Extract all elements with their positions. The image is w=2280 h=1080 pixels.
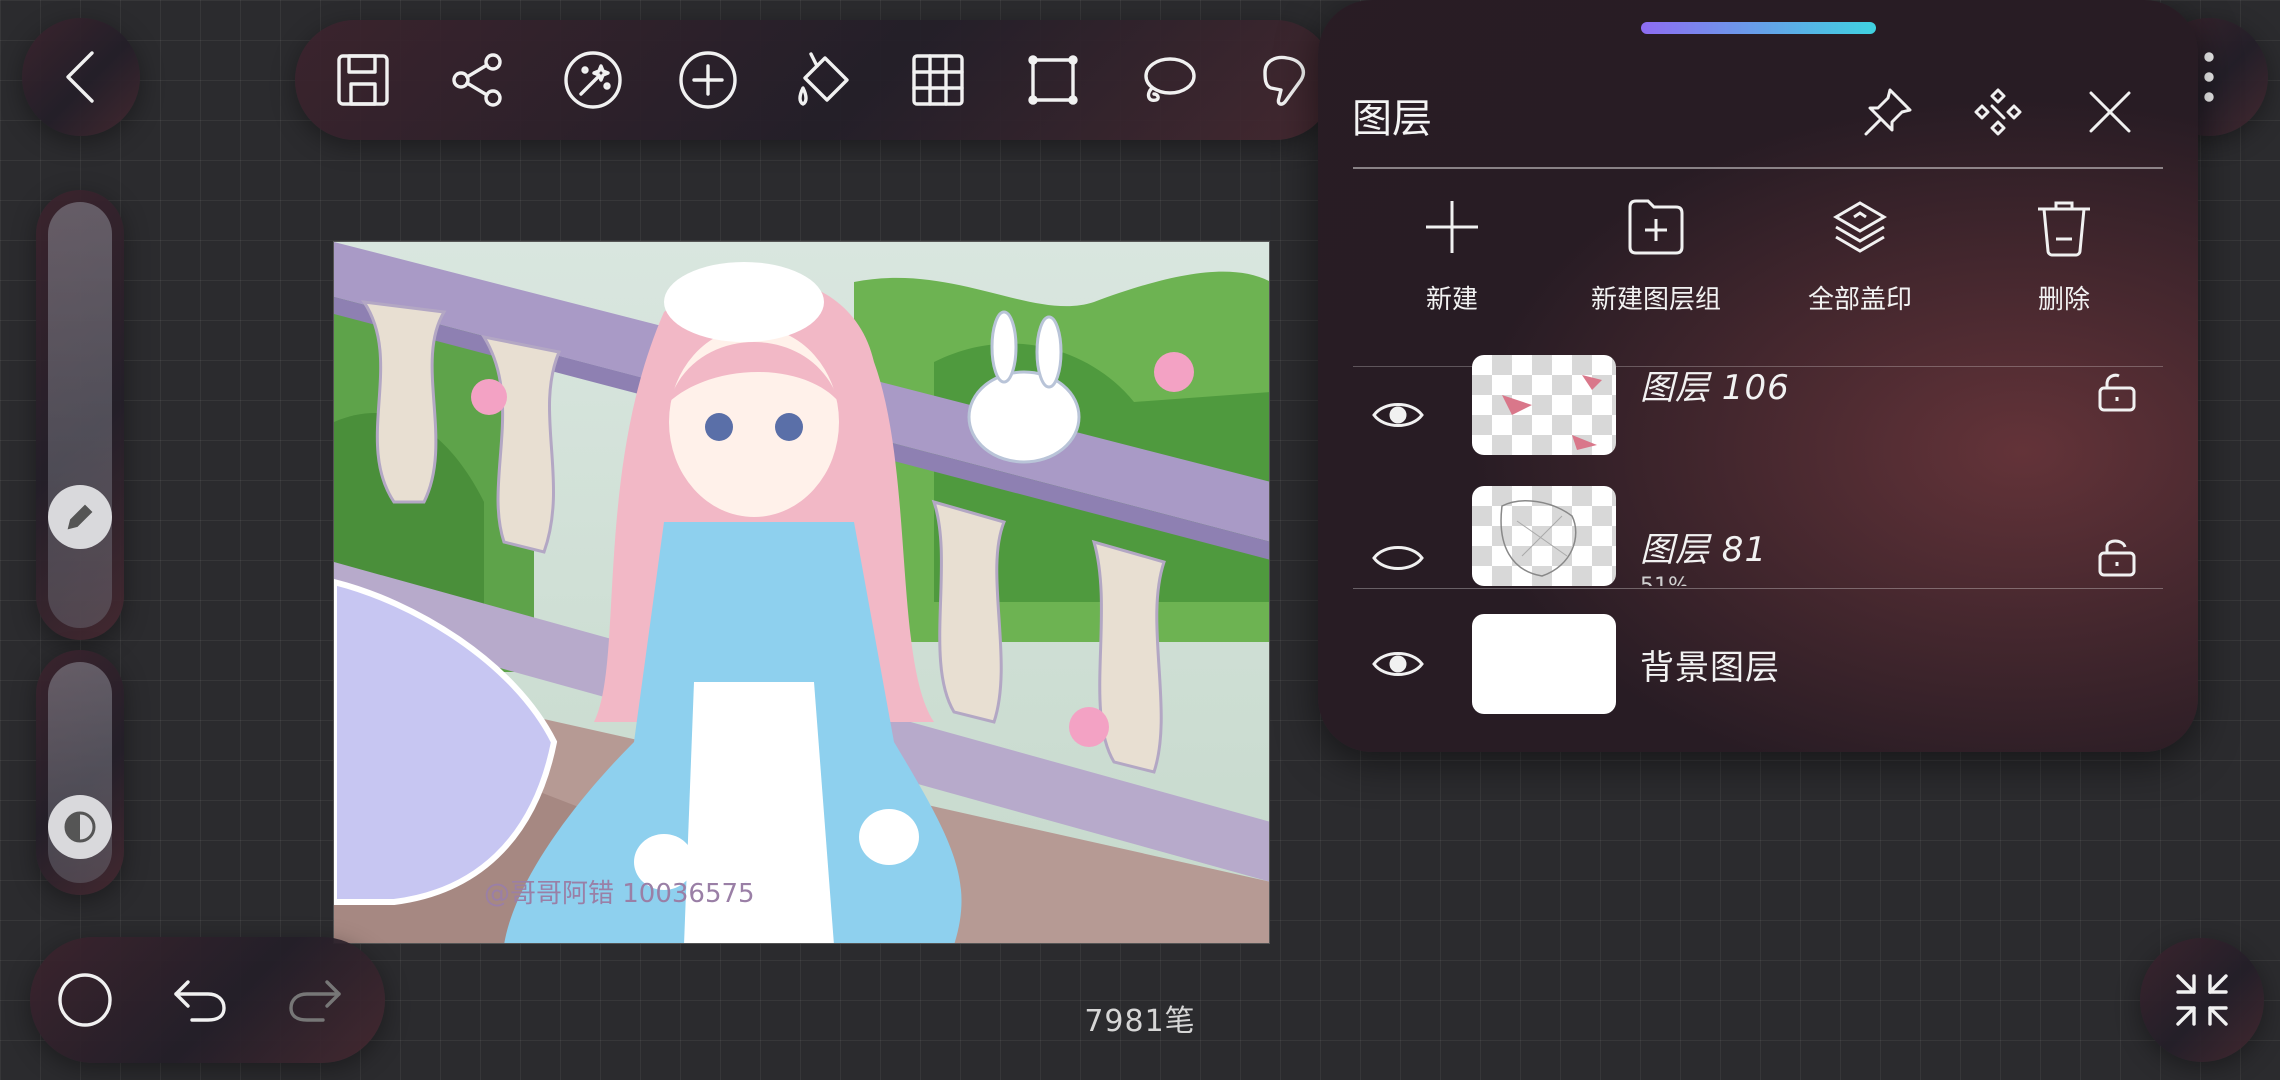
layer-lock-toggle[interactable] bbox=[2092, 367, 2142, 417]
layer-row-81[interactable]: 图层 81 51% bbox=[1318, 486, 2198, 586]
brush-size-slider[interactable] bbox=[36, 190, 124, 640]
panel-title: 图层 bbox=[1352, 96, 1432, 142]
save-button[interactable] bbox=[323, 40, 403, 120]
redo-icon bbox=[289, 980, 341, 1022]
collapse-icon bbox=[2176, 974, 2228, 1026]
brush-size-knob[interactable] bbox=[48, 485, 112, 549]
circle-icon bbox=[58, 973, 112, 1027]
adjust-button[interactable] bbox=[553, 40, 633, 120]
layer-thumbnail bbox=[1472, 614, 1616, 714]
grid-icon bbox=[912, 54, 964, 106]
redo-button[interactable] bbox=[275, 960, 355, 1040]
paint-bucket-icon bbox=[798, 52, 849, 106]
transform-icon bbox=[1028, 55, 1078, 105]
close-icon bbox=[2089, 91, 2131, 133]
layer-row-106[interactable]: 图层 106 bbox=[1318, 355, 2198, 455]
eye-icon bbox=[1372, 403, 1424, 427]
close-panel-button[interactable] bbox=[2080, 82, 2140, 142]
delete-layer-button[interactable]: 删除 bbox=[1964, 195, 2164, 316]
magic-wand-icon bbox=[564, 51, 622, 109]
new-group-label: 新建图层组 bbox=[1590, 285, 1721, 315]
thumbnail-preview bbox=[1500, 500, 1577, 577]
new-layer-label: 新建 bbox=[1425, 285, 1478, 315]
pencil-icon bbox=[67, 504, 93, 530]
transform-button[interactable] bbox=[1013, 40, 1093, 120]
top-toolbar bbox=[295, 20, 1335, 140]
eye-icon bbox=[1372, 652, 1424, 676]
plus-icon bbox=[1426, 201, 1478, 253]
add-circle-icon bbox=[679, 51, 737, 109]
layer-visibility-toggle[interactable] bbox=[1368, 385, 1428, 445]
artwork-illustration: @哥哥阿错 10036575 bbox=[334, 242, 1269, 943]
smudge-icon bbox=[1263, 55, 1306, 106]
layers-settings-icon bbox=[1974, 88, 2022, 136]
bottom-toolbar bbox=[30, 937, 385, 1063]
layer-options-button[interactable] bbox=[1968, 82, 2028, 142]
brush-opacity-slider[interactable] bbox=[36, 650, 124, 895]
layer-row-background[interactable]: 背景图层 bbox=[1318, 614, 2198, 714]
smudge-button[interactable] bbox=[1243, 40, 1323, 120]
add-button[interactable] bbox=[668, 40, 748, 120]
new-group-button[interactable]: 新建图层组 bbox=[1556, 195, 1756, 316]
list-bottom-divider bbox=[1353, 588, 2163, 589]
undo-icon bbox=[174, 980, 226, 1022]
share-icon bbox=[452, 53, 502, 107]
add-folder-icon bbox=[1628, 199, 1684, 255]
new-layer-button[interactable]: 新建 bbox=[1352, 195, 1552, 316]
layer-visibility-toggle[interactable] bbox=[1368, 634, 1428, 694]
chevron-left-icon bbox=[66, 51, 94, 103]
layer-visibility-toggle[interactable] bbox=[1368, 528, 1428, 586]
pin-panel-button[interactable] bbox=[1858, 82, 1918, 142]
artwork-signature: @哥哥阿错 10036575 bbox=[484, 879, 755, 909]
lasso-icon bbox=[1144, 57, 1196, 102]
unlock-icon bbox=[2098, 539, 2136, 577]
layers-panel: 图层 新建 新建图层组 全部盖印 删除 图层 106 图层 81 背景图层 bbox=[1318, 0, 2198, 752]
layer-name: 图层 106 bbox=[1640, 368, 1790, 408]
unlock-icon bbox=[2098, 373, 2136, 412]
pin-icon bbox=[1864, 88, 1912, 136]
layer-opacity: 51% bbox=[1640, 574, 1689, 586]
layer-name: 背景图层 bbox=[1640, 648, 1780, 688]
stroke-count: 7981笔 bbox=[1084, 1004, 1196, 1039]
save-icon bbox=[337, 54, 389, 106]
panel-drag-handle[interactable] bbox=[1641, 22, 1876, 34]
eraser-toggle-button[interactable] bbox=[45, 960, 125, 1040]
layer-thumbnail bbox=[1472, 486, 1616, 586]
grid-button[interactable] bbox=[898, 40, 978, 120]
exit-fullscreen-button[interactable] bbox=[2140, 938, 2264, 1062]
brush-opacity-knob[interactable] bbox=[48, 795, 112, 859]
opacity-icon bbox=[64, 811, 96, 843]
eye-outline-icon bbox=[1372, 546, 1424, 570]
drawing-canvas[interactable]: @哥哥阿错 10036575 bbox=[333, 241, 1270, 944]
undo-button[interactable] bbox=[160, 960, 240, 1040]
brush-size-track[interactable] bbox=[48, 202, 112, 628]
stamp-all-label: 全部盖印 bbox=[1807, 285, 1912, 315]
layer-thumbnail bbox=[1472, 355, 1616, 455]
delete-layer-label: 删除 bbox=[2037, 285, 2090, 315]
layer-lock-toggle[interactable] bbox=[2092, 532, 2142, 582]
share-button[interactable] bbox=[438, 40, 518, 120]
trash-icon bbox=[2038, 201, 2090, 257]
layer-name: 图层 81 bbox=[1640, 530, 1768, 570]
lasso-button[interactable] bbox=[1128, 40, 1208, 120]
back-button[interactable] bbox=[22, 18, 140, 136]
more-vertical-icon bbox=[2204, 52, 2214, 102]
header-divider bbox=[1353, 167, 2163, 169]
fill-button[interactable] bbox=[783, 40, 863, 120]
stamp-all-button[interactable]: 全部盖印 bbox=[1760, 195, 1960, 316]
thumbnail-preview bbox=[1502, 375, 1602, 450]
stamp-layers-icon bbox=[1833, 201, 1887, 253]
